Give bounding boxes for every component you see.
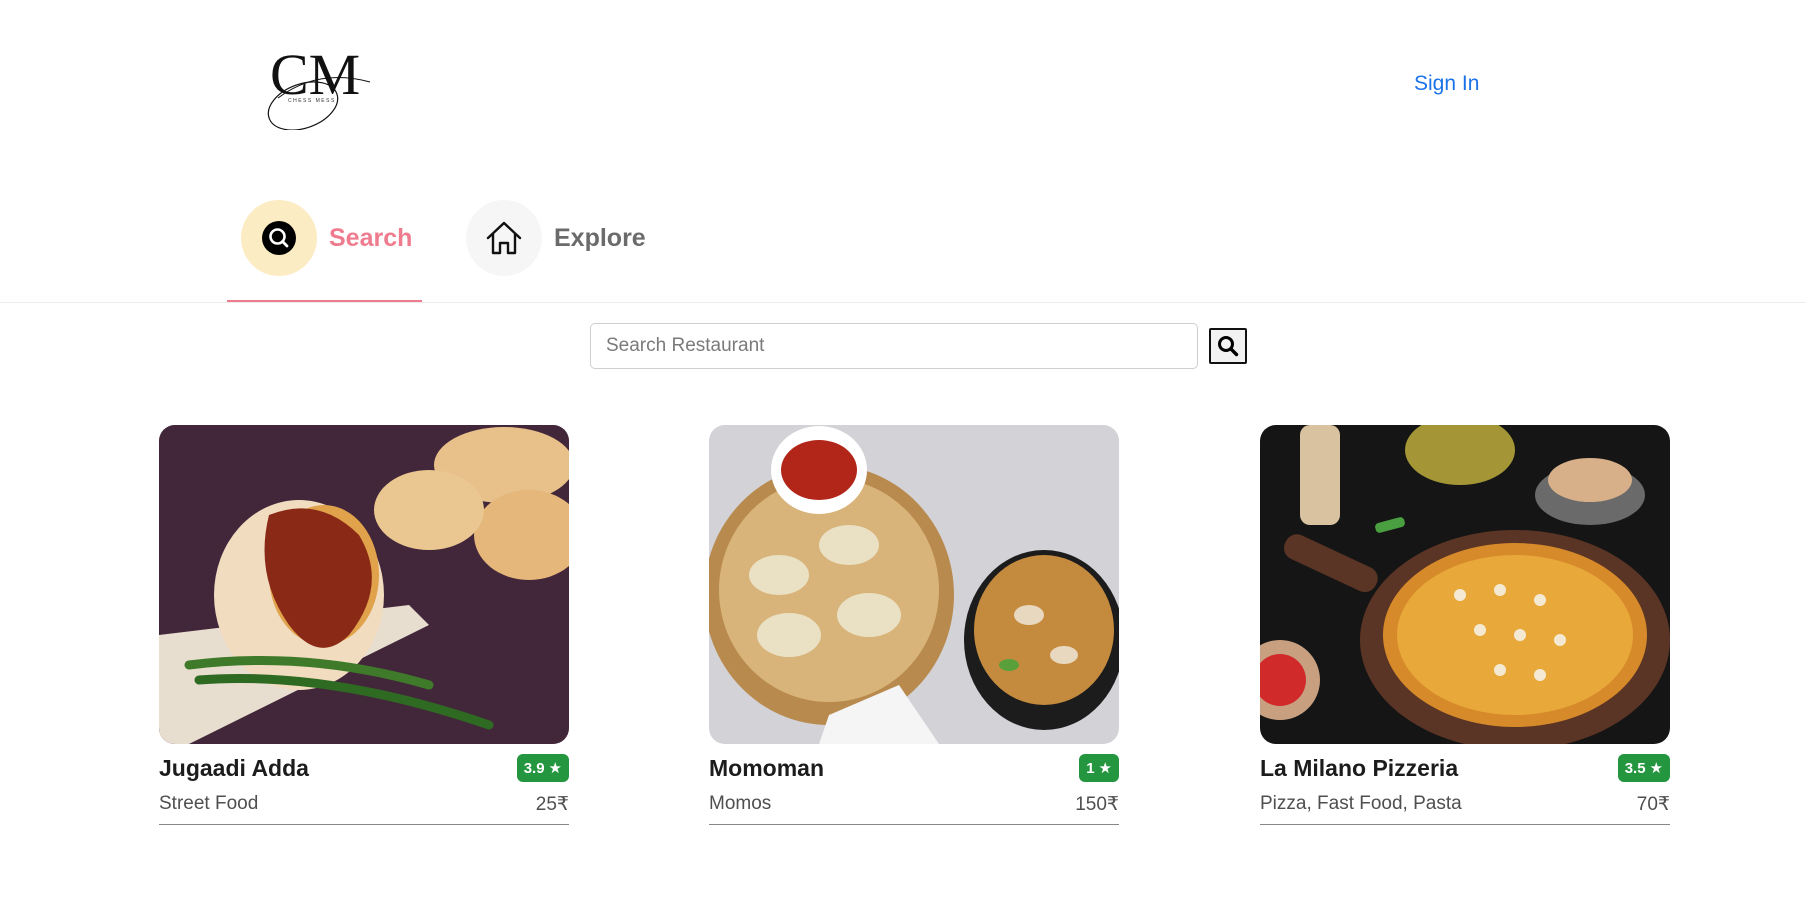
restaurant-cuisine: Pizza, Fast Food, Pasta [1260, 793, 1462, 814]
explore-tab-icon-wrapper [466, 200, 542, 276]
star-icon: ★ [1098, 760, 1112, 777]
rating-badge: 3.9 ★ [516, 754, 569, 782]
restaurant-name: La Milano Pizzeria [1260, 754, 1459, 781]
tab-search[interactable]: Search [241, 200, 412, 276]
restaurant-search-input[interactable] [590, 323, 1198, 369]
restaurant-name: Jugaadi Adda [159, 754, 309, 781]
logo-subtext: CHESS MESS [288, 98, 336, 104]
restaurant-price: 25₹ [535, 793, 569, 815]
restaurant-image [159, 425, 569, 744]
search-tab-icon-wrapper [241, 200, 317, 276]
card-divider [1260, 824, 1670, 825]
tab-explore[interactable]: Explore [466, 200, 646, 276]
restaurant-card[interactable]: Jugaadi Adda 3.9 ★ Street Food 25₹ [159, 425, 569, 825]
tab-explore-label: Explore [554, 223, 646, 252]
restaurant-cuisine: Street Food [159, 793, 259, 814]
restaurant-name: Momoman [709, 754, 824, 781]
rating-badge: 1 ★ [1079, 754, 1119, 782]
header-divider [0, 302, 1806, 303]
restaurant-image [709, 425, 1119, 744]
search-icon [1218, 336, 1239, 357]
restaurant-image [1260, 425, 1670, 744]
search-submit-button[interactable] [1209, 328, 1247, 364]
restaurant-card[interactable]: Momoman 1 ★ Momos 150₹ [709, 425, 1119, 825]
restaurant-cuisine: Momos [709, 793, 772, 814]
card-divider [159, 824, 569, 825]
rating-value: 3.9 [523, 759, 545, 777]
tab-search-label: Search [329, 223, 413, 252]
restaurant-card[interactable]: La Milano Pizzeria 3.5 ★ Pizza, Fast Foo… [1260, 425, 1670, 825]
rating-value: 1 [1086, 759, 1095, 777]
home-icon [486, 221, 522, 255]
star-icon: ★ [1649, 760, 1663, 777]
card-divider [709, 824, 1119, 825]
sign-in-link[interactable]: Sign In [1414, 72, 1479, 96]
rating-badge: 3.5 ★ [1617, 754, 1670, 782]
brand-logo[interactable]: CM CHESS MESS [258, 38, 376, 131]
search-icon [262, 221, 296, 255]
star-icon: ★ [548, 760, 562, 777]
restaurant-price: 70₹ [1636, 793, 1670, 815]
rating-value: 3.5 [1624, 759, 1646, 777]
restaurant-price: 150₹ [1075, 793, 1119, 815]
